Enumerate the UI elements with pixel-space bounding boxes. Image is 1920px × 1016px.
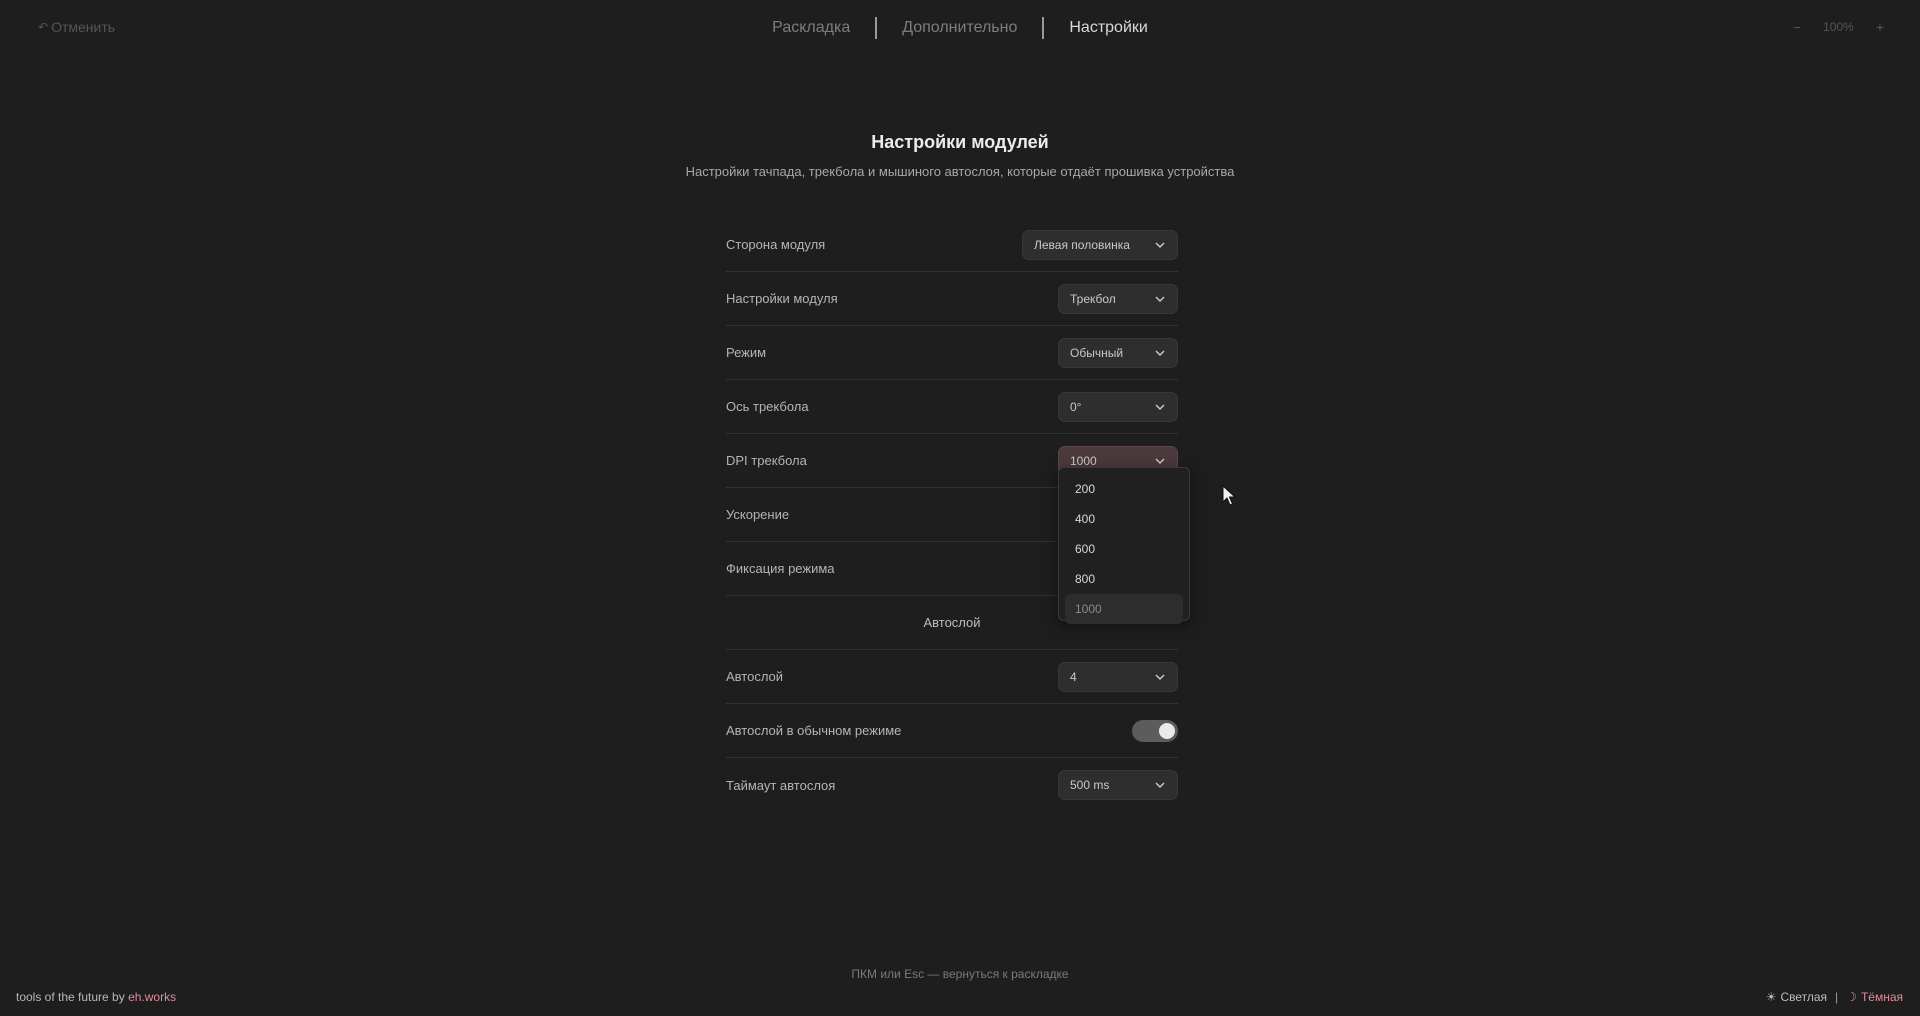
zoom-controls: − 100% +	[1793, 19, 1884, 35]
theme-dark-label: Тёмная	[1860, 990, 1903, 1004]
autolayer-normal-toggle[interactable]	[1132, 719, 1178, 742]
sun-icon: ☀	[1765, 990, 1777, 1004]
top-bar: ↶ Отменить Раскладка Дополнительно Настр…	[0, 0, 1920, 56]
theme-separator: |	[1835, 990, 1839, 1004]
footer-hint: ПКМ или Esc — вернуться к раскладке	[851, 967, 1069, 981]
dpi-option-400[interactable]: 400	[1065, 504, 1183, 534]
credit-link[interactable]: eh.works	[128, 990, 176, 1004]
autolayer-timeout-value: 500 ms	[1070, 778, 1110, 792]
mode-select[interactable]: Обычный	[1058, 337, 1178, 368]
dpi-option-1000[interactable]: 1000	[1065, 594, 1183, 624]
page-subtitle: Настройки тачпада, трекбола и мышиного а…	[685, 164, 1235, 179]
main-nav: Раскладка Дополнительно Настройки	[0, 17, 1920, 39]
chevron-down-icon	[1155, 295, 1165, 302]
mode-lock-label: Фиксация режима	[726, 561, 835, 576]
trackball-axis-value: 0°	[1070, 399, 1082, 414]
autolayer-timeout-select[interactable]: 500 ms	[1058, 770, 1178, 800]
module-side-label: Сторона модуля	[726, 237, 826, 252]
trackball-dpi-label: DPI трекбола	[726, 453, 807, 468]
autolayer-label: Автослой	[726, 669, 784, 684]
trackball-dpi-value: 1000	[1070, 453, 1097, 468]
acceleration-label: Ускорение	[726, 507, 790, 522]
setting-row-autolayer-timeout: Таймаут автослоя 500 ms	[726, 758, 1178, 812]
module-side-select[interactable]: Левая половинка	[1022, 229, 1178, 260]
setting-row-autolayer-normal: Автослой в обычном режиме	[726, 704, 1178, 758]
tab-settings[interactable]: Настройки	[1044, 17, 1172, 39]
theme-dark-button[interactable]: ☽ Тёмная	[1846, 990, 1903, 1004]
module-settings-select[interactable]: Трекбол	[1058, 283, 1178, 314]
mode-label: Режим	[726, 345, 767, 360]
theme-switcher: ☀ Светлая | ☽ Тёмная	[1766, 990, 1903, 1004]
setting-row-module-side: Сторона модуля Левая половинка	[726, 218, 1178, 272]
module-settings-value: Трекбол	[1070, 291, 1116, 306]
mouse-cursor-icon	[1222, 485, 1236, 506]
tab-advanced[interactable]: Дополнительно	[877, 17, 1042, 39]
chevron-down-icon	[1155, 457, 1165, 464]
credit-text: tools of the future by	[16, 990, 129, 1004]
setting-row-module-settings: Настройки модуля Трекбол	[726, 272, 1178, 326]
trackball-axis-select[interactable]: 0°	[1058, 391, 1178, 422]
toggle-knob	[1159, 722, 1175, 739]
dpi-option-600[interactable]: 600	[1065, 534, 1183, 564]
chevron-down-icon	[1155, 241, 1165, 248]
moon-icon: ☽	[1846, 990, 1857, 1004]
setting-row-trackball-axis: Ось трекбола 0°	[726, 380, 1178, 434]
autolayer-section-title: Автослой	[923, 615, 981, 630]
autolayer-select[interactable]: 4	[1058, 661, 1178, 692]
theme-light-button[interactable]: ☀ Светлая	[1766, 990, 1827, 1004]
chevron-down-icon	[1155, 349, 1165, 356]
dpi-dropdown-menu: 200 400 600 800 1000	[1058, 467, 1190, 624]
chevron-down-icon	[1155, 782, 1165, 789]
zoom-out-button[interactable]: −	[1793, 19, 1801, 35]
page-title: Настройки модулей	[871, 132, 1049, 152]
autolayer-timeout-label: Таймаут автослоя	[726, 777, 836, 793]
autolayer-normal-label: Автослой в обычном режиме	[726, 723, 902, 738]
zoom-level: 100%	[1823, 20, 1854, 34]
trackball-axis-label: Ось трекбола	[726, 399, 809, 414]
dpi-option-200[interactable]: 200	[1065, 474, 1183, 504]
dpi-option-800[interactable]: 800	[1065, 564, 1183, 594]
theme-light-label: Светлая	[1780, 990, 1828, 1004]
tab-layout[interactable]: Раскладка	[747, 17, 875, 39]
module-settings-label: Настройки модуля	[726, 291, 838, 306]
mode-value: Обычный	[1070, 345, 1124, 360]
chevron-down-icon	[1155, 673, 1165, 680]
setting-row-autolayer: Автослой 4	[726, 650, 1178, 704]
module-side-value: Левая половинка	[1034, 237, 1130, 252]
autolayer-value: 4	[1070, 669, 1077, 684]
footer-credit: tools of the future by eh.works	[16, 990, 176, 1004]
chevron-down-icon	[1155, 403, 1165, 410]
zoom-in-button[interactable]: +	[1876, 19, 1884, 35]
setting-row-mode: Режим Обычный	[726, 326, 1178, 380]
